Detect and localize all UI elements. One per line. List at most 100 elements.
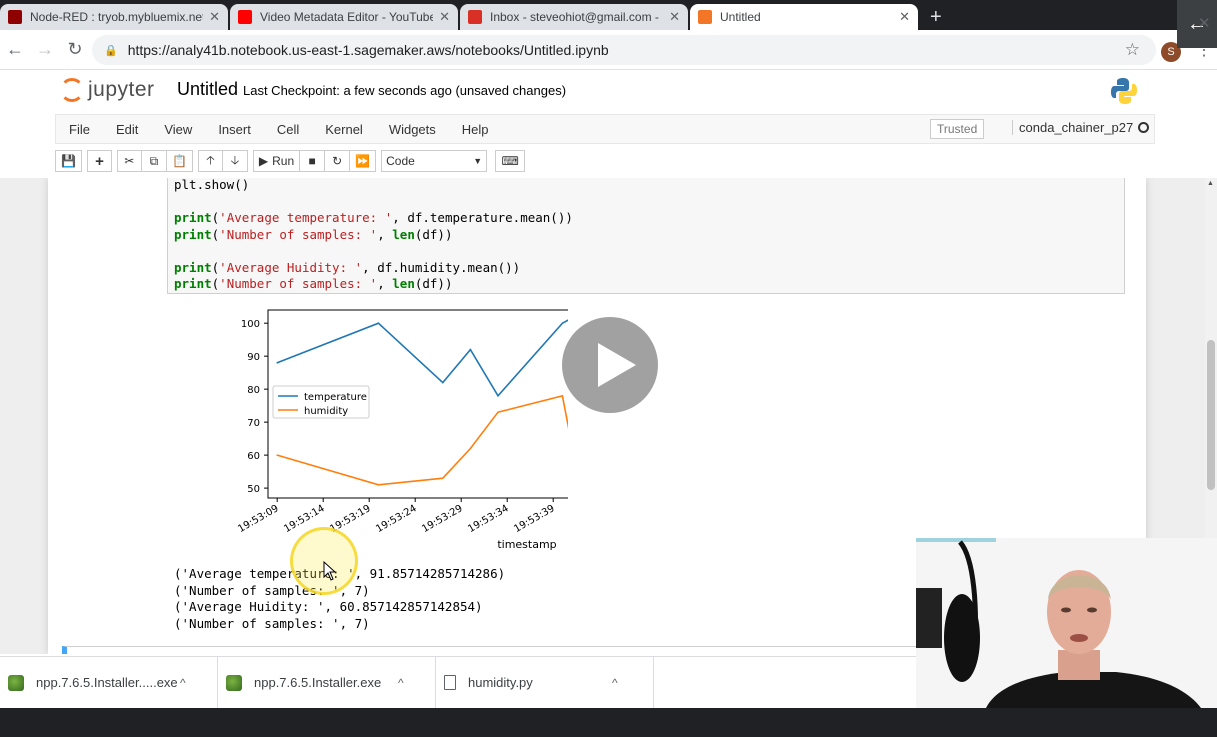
- code-cell[interactable]: plt.show() print('Average temperature: ',…: [167, 178, 1125, 294]
- tab-close-icon[interactable]: ✕: [209, 9, 220, 25]
- x-tick-label: 19:53:24: [374, 503, 418, 535]
- cut-icon[interactable]: ✂: [116, 150, 142, 172]
- chevron-up-icon[interactable]: ^: [398, 676, 404, 690]
- paste-icon[interactable]: 📋: [166, 150, 193, 172]
- run-label: Run: [272, 154, 295, 168]
- insert-cell-icon[interactable]: +: [86, 150, 112, 172]
- download-filename: npp.7.6.5.Installer.exe: [254, 675, 382, 690]
- code-token: print: [174, 226, 212, 242]
- code-line: print('Number of samples: ', len(df)): [174, 227, 453, 242]
- browser-tab[interactable]: Video Metadata Editor - YouTube ✕: [230, 4, 458, 30]
- menu-help[interactable]: Help: [449, 122, 502, 137]
- tab-label: Video Metadata Editor - YouTube: [260, 10, 434, 24]
- x-tick-label: 19:53:34: [466, 503, 510, 535]
- save-icon[interactable]: 💾: [55, 150, 82, 172]
- run-button[interactable]: ▶ Run: [252, 150, 301, 172]
- restart-icon[interactable]: ↻: [325, 150, 351, 172]
- menu-widgets[interactable]: Widgets: [376, 122, 449, 137]
- y-tick-label: 100: [241, 319, 260, 330]
- copy-icon[interactable]: ⧉: [141, 150, 167, 172]
- code-token: print: [174, 259, 212, 275]
- scrollbar-thumb[interactable]: [1207, 340, 1215, 490]
- line-chart: 506070809010019:53:09 19:53:14 19:53:19 19:…: [236, 309, 591, 551]
- tab-close-icon[interactable]: ✕: [439, 9, 450, 25]
- bookmark-star-icon[interactable]: ☆: [1125, 40, 1140, 60]
- jupyter-logo[interactable]: jupyter: [60, 78, 155, 102]
- data-point-temperature: [442, 381, 444, 384]
- cell-type-select[interactable]: Code ▼: [381, 150, 488, 172]
- code-token: print: [174, 276, 212, 291]
- video-play-button[interactable]: [562, 317, 658, 413]
- output-line: ('Average Huidity: ', 60.857142857142854…: [174, 599, 483, 614]
- data-point-temperature: [561, 322, 564, 324]
- menu-list: File Edit View Insert Cell Kernel Widgets Help: [56, 122, 502, 137]
- code-token: 'Average temperature: ': [219, 210, 393, 225]
- data-point-humidity: [276, 454, 278, 456]
- run-icon: ▶: [258, 154, 269, 168]
- move-up-icon[interactable]: 🡡: [197, 150, 223, 172]
- interrupt-icon[interactable]: ■: [300, 150, 326, 172]
- installer-icon: [226, 674, 242, 691]
- code-token: (df)): [414, 276, 453, 291]
- address-bar[interactable]: 🔒 https://analy41b.notebook.us-east-1.sa…: [92, 35, 1156, 65]
- data-point-humidity: [497, 411, 499, 414]
- chevron-up-icon[interactable]: ^: [180, 676, 186, 690]
- download-item[interactable]: npp.7.6.5.Installer.....exe ^: [0, 656, 218, 709]
- move-down-icon[interactable]: 🡣: [222, 150, 248, 172]
- menu-cell[interactable]: Cell: [264, 122, 312, 137]
- y-tick-label: 70: [247, 418, 260, 429]
- chevron-up-icon[interactable]: ^: [612, 676, 618, 690]
- play-icon: [598, 343, 636, 387]
- x-tick-label: 19:53:39: [512, 503, 556, 535]
- checkpoint-status: Last Checkpoint: a few seconds ago (unsa…: [243, 83, 567, 98]
- code-line: plt.show(): [174, 178, 249, 192]
- trusted-indicator[interactable]: Trusted: [930, 119, 985, 139]
- code-token: ,: [377, 276, 393, 291]
- installer-icon: [8, 674, 24, 691]
- data-point-temperature: [377, 322, 380, 324]
- back-arrow-icon[interactable]: ←: [1177, 0, 1217, 48]
- code-token: len: [392, 276, 415, 291]
- command-palette-icon[interactable]: ⌨: [495, 150, 526, 172]
- download-item[interactable]: npp.7.6.5.Installer.exe ^: [218, 656, 436, 709]
- code-token: ,: [377, 226, 393, 242]
- x-axis-label: timestamp: [497, 538, 556, 551]
- browser-tab[interactable]: Untitled ✕: [690, 4, 918, 30]
- x-tick-label: 19:53:09: [236, 503, 280, 535]
- menu-insert[interactable]: Insert: [205, 122, 264, 137]
- data-point-temperature: [276, 361, 278, 364]
- new-tab-button[interactable]: +: [920, 4, 942, 30]
- menu-view[interactable]: View: [151, 122, 205, 137]
- reload-icon[interactable]: ↻: [60, 39, 90, 60]
- x-tick-label: 19:53:29: [420, 503, 464, 535]
- browser-tab[interactable]: Node-RED : tryob.mybluemix.net ✕: [0, 4, 228, 30]
- tab-close-icon[interactable]: ✕: [899, 9, 910, 25]
- code-token: 'Number of samples: ': [219, 276, 378, 291]
- tab-close-icon[interactable]: ✕: [669, 9, 680, 25]
- y-tick-label: 60: [247, 451, 260, 462]
- browser-tab[interactable]: Inbox - steveohiot@gmail.com - ✕: [460, 4, 688, 30]
- menu-kernel[interactable]: Kernel: [312, 122, 376, 137]
- download-item[interactable]: humidity.py ^: [436, 656, 654, 709]
- code-token: , df.temperature.mean()): [392, 210, 573, 225]
- menu-edit[interactable]: Edit: [103, 122, 151, 137]
- code-line: print('Number of samples: ', len(df)): [174, 276, 453, 291]
- code-token: len: [392, 226, 415, 242]
- code-token: print: [174, 210, 212, 225]
- data-point-humidity: [561, 394, 564, 397]
- kernel-name[interactable]: conda_chainer_p27: [1012, 120, 1133, 135]
- webcam-overlay: [916, 538, 1217, 708]
- close-shelf-icon[interactable]: ✕: [1198, 14, 1211, 32]
- download-filename: npp.7.6.5.Installer.....exe: [36, 675, 178, 690]
- restart-run-all-icon[interactable]: ⏩: [350, 150, 377, 172]
- forward-icon[interactable]: →: [30, 39, 60, 60]
- presenter-video: [916, 538, 1217, 708]
- tab-list: Node-RED : tryob.mybluemix.net ✕ Video Met…: [0, 4, 942, 30]
- scroll-up-icon[interactable]: ▲: [1207, 180, 1214, 187]
- menu-file[interactable]: File: [56, 122, 103, 137]
- back-icon[interactable]: ←: [0, 39, 30, 60]
- code-token: (df)): [414, 226, 453, 242]
- data-point-temperature: [469, 348, 472, 351]
- notebook-title[interactable]: Untitled: [177, 79, 238, 100]
- tab-favicon-icon: [8, 10, 22, 24]
